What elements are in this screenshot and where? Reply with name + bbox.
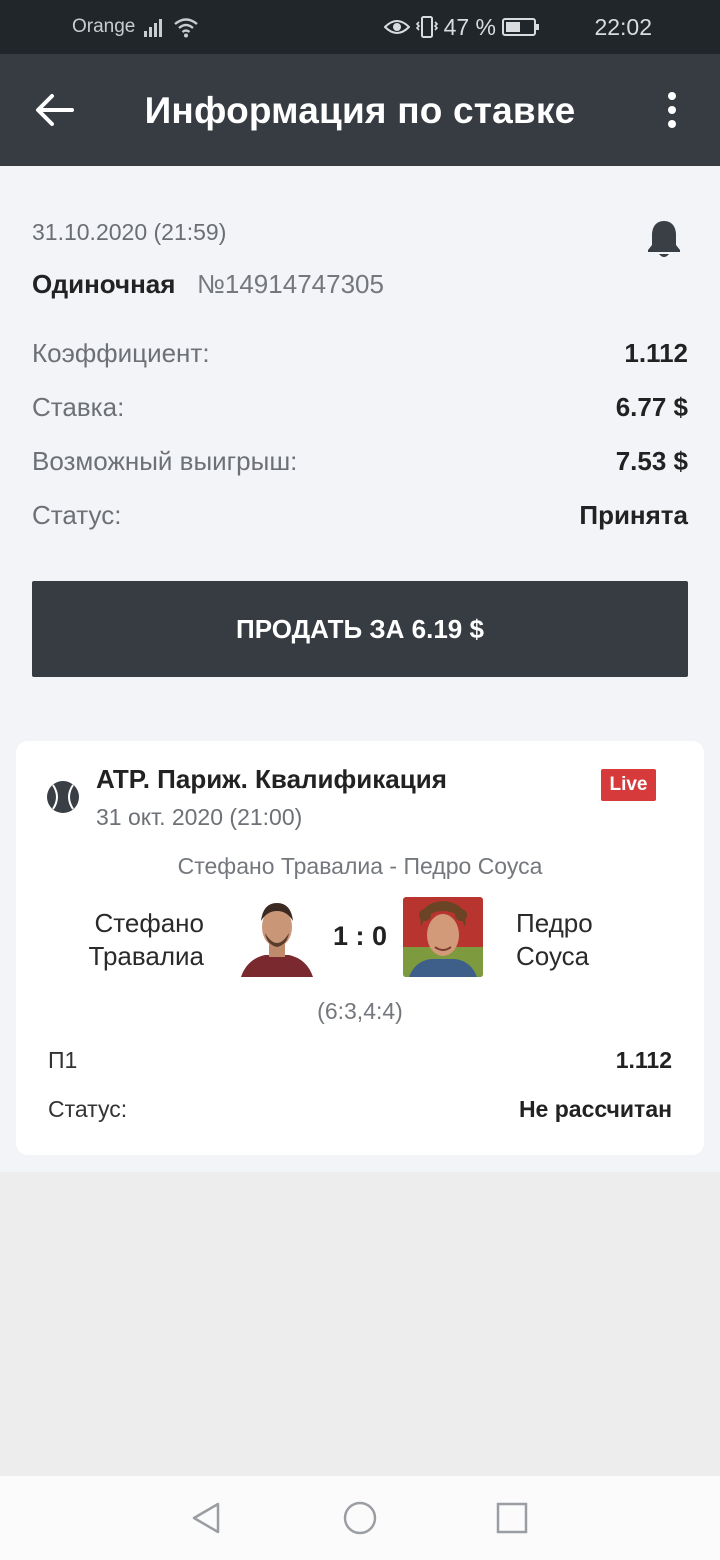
- carrier-name: Orange: [72, 16, 136, 37]
- nav-recents-icon[interactable]: [494, 1500, 530, 1536]
- tennis-ball-icon: [47, 781, 79, 813]
- info-row-status: Статус: Принята: [32, 500, 688, 536]
- team2-avatar: [403, 897, 483, 977]
- bet-date: 31.10.2020 (21:59): [32, 219, 227, 245]
- nav-back-icon[interactable]: [188, 1500, 224, 1536]
- info-row-stake: Ставка: 6.77 $: [32, 392, 688, 428]
- bet-number: №14914747305: [197, 269, 384, 299]
- eye-icon: [383, 20, 410, 34]
- info-row-coefficient: Коэффициент: 1.112: [32, 338, 688, 374]
- info-label: Возможный выигрыш:: [32, 446, 298, 476]
- nav-home-icon[interactable]: [342, 1500, 378, 1536]
- status-bar: Orange 47 % 22:02: [0, 0, 720, 54]
- team2-name-line: Педро: [516, 908, 593, 938]
- info-value: 1.112: [624, 338, 688, 368]
- info-label: Коэффициент:: [32, 338, 210, 368]
- outcome-label: П1: [48, 1047, 78, 1073]
- team2-name-line: Соуса: [516, 941, 590, 971]
- clock: 22:02: [594, 13, 652, 40]
- match-date: 31 окт. 2020 (21:00): [96, 804, 303, 830]
- live-badge: Live: [601, 769, 656, 801]
- bet-type: Одиночная: [32, 269, 176, 299]
- sell-button[interactable]: ПРОДАТЬ ЗА 6.19 $: [32, 581, 688, 677]
- vibrate-icon: [415, 16, 438, 38]
- system-nav-bar: [0, 1476, 720, 1560]
- more-vert-icon[interactable]: [660, 90, 684, 130]
- info-value: 6.77 $: [615, 392, 688, 422]
- outcome-value: 1.112: [615, 1047, 672, 1073]
- match-title: Стефано Травалиа - Педро Соуса: [177, 853, 543, 879]
- page-title: Информация по ставке: [144, 90, 576, 131]
- app-bar: Информация по ставке: [0, 54, 720, 166]
- match-score: 1 : 0: [332, 921, 388, 951]
- wifi-icon: [174, 18, 198, 38]
- info-row-possible-win: Возможный выигрыш: 7.53 $: [32, 446, 688, 482]
- league-name: ATP. Париж. Квалификация: [96, 764, 447, 794]
- event-card[interactable]: ATP. Париж. Квалификация 31 окт. 2020 (2…: [16, 741, 704, 1155]
- info-value: 7.53 $: [615, 446, 688, 476]
- info-label: Ставка:: [32, 392, 125, 422]
- event-status-row: Статус: Не рассчитан: [48, 1096, 672, 1128]
- battery-percent: 47 %: [443, 13, 496, 40]
- event-status-label: Статус:: [48, 1096, 128, 1122]
- bet-details: 31.10.2020 (21:59) Одиночная №1491474730…: [0, 166, 720, 1172]
- info-label: Статус:: [32, 500, 122, 530]
- bell-icon[interactable]: [646, 218, 682, 260]
- set-scores: (6:3,4:4): [317, 998, 403, 1024]
- battery-icon: [502, 18, 539, 36]
- team2-name: Педро Соуса: [516, 907, 593, 973]
- signal-icon: [144, 19, 162, 37]
- outcome-row: П1 1.112: [48, 1047, 672, 1079]
- info-value: Принята: [579, 500, 688, 530]
- event-status-value: Не рассчитан: [518, 1096, 672, 1122]
